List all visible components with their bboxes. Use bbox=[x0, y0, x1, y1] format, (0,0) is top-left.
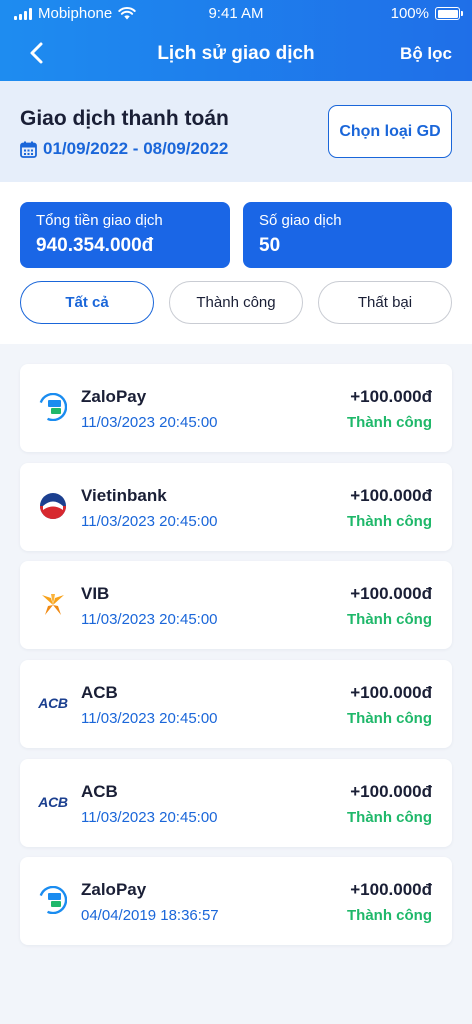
transaction-item[interactable]: ACB ACB 11/03/2023 20:45:00 +100.000đ Th… bbox=[20, 759, 452, 847]
transaction-status: Thành công bbox=[347, 611, 432, 628]
merchant-name: ZaloPay bbox=[81, 880, 147, 899]
merchant-name: ACB bbox=[81, 683, 118, 702]
transaction-datetime: 11/03/2023 20:45:00 bbox=[81, 611, 218, 628]
transaction-datetime: 11/03/2023 20:45:00 bbox=[81, 809, 218, 826]
transaction-amount: +100.000đ bbox=[350, 683, 432, 702]
transaction-status: Thành công bbox=[347, 414, 432, 431]
calendar-icon bbox=[20, 141, 37, 158]
select-transaction-type-button[interactable]: Chọn loại GD bbox=[328, 105, 452, 158]
battery-percent: 100% bbox=[390, 5, 429, 22]
merchant-name: ZaloPay bbox=[81, 387, 147, 406]
merchant-name: VIB bbox=[81, 584, 110, 603]
date-range-text: 01/09/2022 - 08/09/2022 bbox=[43, 139, 229, 158]
total-amount-label: Tổng tiền giao dịch bbox=[36, 212, 163, 229]
transaction-item[interactable]: ZaloPay 11/03/2023 20:45:00 +100.000đ Th… bbox=[20, 364, 452, 452]
transaction-item[interactable]: ZaloPay 04/04/2019 18:36:57 +100.000đ Th… bbox=[20, 857, 452, 945]
transaction-amount: +100.000đ bbox=[350, 584, 432, 603]
transaction-amount: +100.000đ bbox=[350, 387, 432, 406]
transaction-amount: +100.000đ bbox=[350, 782, 432, 801]
transaction-amount: +100.000đ bbox=[350, 486, 432, 505]
battery-info: 100% bbox=[390, 5, 463, 22]
status-tabs: Tất cả Thành công Thất bại bbox=[20, 281, 452, 324]
transaction-status: Thành công bbox=[347, 809, 432, 826]
acb-icon: ACB bbox=[38, 794, 68, 810]
header-panel: Giao dịch thanh toán 01/09/2022 - 08/09/… bbox=[0, 81, 472, 182]
acb-icon: ACB bbox=[38, 695, 68, 711]
summary-panel: Tổng tiền giao dịch 940.354.000đ Số giao… bbox=[0, 182, 472, 344]
zalopay-icon bbox=[38, 392, 68, 422]
navigation-bar: Lịch sử giao dịch Bộ lọc bbox=[0, 28, 472, 81]
vietinbank-icon bbox=[38, 491, 68, 521]
transaction-count-value: 50 bbox=[259, 235, 281, 256]
transaction-count-label: Số giao dịch bbox=[259, 212, 342, 229]
total-amount-value: 940.354.000đ bbox=[36, 235, 154, 256]
section-title: Giao dịch thanh toán bbox=[20, 107, 229, 130]
date-range[interactable]: 01/09/2022 - 08/09/2022 bbox=[20, 139, 228, 159]
status-bar: Mobiphone 9:41 AM 100% bbox=[0, 0, 472, 28]
total-amount-card: Tổng tiền giao dịch 940.354.000đ bbox=[20, 202, 230, 268]
transaction-datetime: 11/03/2023 20:45:00 bbox=[81, 710, 218, 727]
battery-icon bbox=[435, 7, 463, 20]
transaction-datetime: 11/03/2023 20:45:00 bbox=[81, 414, 218, 431]
transaction-status: Thành công bbox=[347, 710, 432, 727]
merchant-name: ACB bbox=[81, 782, 118, 801]
transaction-datetime: 04/04/2019 18:36:57 bbox=[81, 907, 219, 924]
tab-success[interactable]: Thành công bbox=[169, 281, 303, 324]
filter-button[interactable]: Bộ lọc bbox=[400, 44, 452, 64]
transaction-item[interactable]: VIB 11/03/2023 20:45:00 +100.000đ Thành … bbox=[20, 561, 452, 649]
transaction-amount: +100.000đ bbox=[350, 880, 432, 899]
vib-icon bbox=[38, 589, 68, 619]
transaction-datetime: 11/03/2023 20:45:00 bbox=[81, 513, 218, 530]
top-bar: Mobiphone 9:41 AM 100% Lịch sử giao dịch… bbox=[0, 0, 472, 81]
transaction-status: Thành công bbox=[347, 513, 432, 530]
transaction-count-card: Số giao dịch 50 bbox=[243, 202, 452, 268]
tab-all[interactable]: Tất cả bbox=[20, 281, 154, 324]
tab-failed[interactable]: Thất bại bbox=[318, 281, 452, 324]
zalopay-icon bbox=[38, 885, 68, 915]
transaction-status: Thành công bbox=[347, 907, 432, 924]
transaction-item[interactable]: Vietinbank 11/03/2023 20:45:00 +100.000đ… bbox=[20, 463, 452, 551]
merchant-name: Vietinbank bbox=[81, 486, 167, 505]
transaction-item[interactable]: ACB ACB 11/03/2023 20:45:00 +100.000đ Th… bbox=[20, 660, 452, 748]
